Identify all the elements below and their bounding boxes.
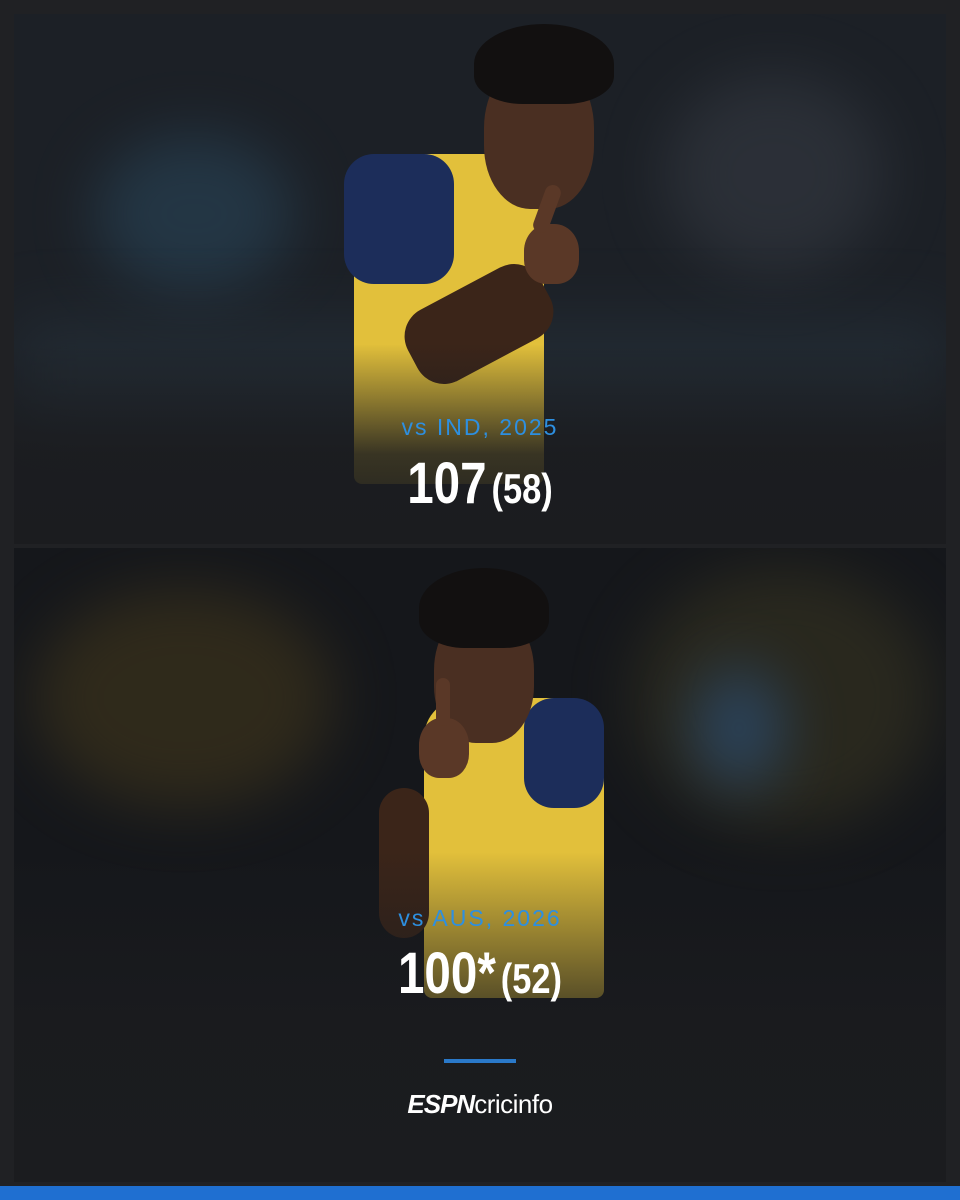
match-label: vs AUS, 2026 <box>398 905 562 931</box>
runs-value: 100* <box>397 941 496 1006</box>
match-label: vs IND, 2025 <box>401 414 559 440</box>
crowd-blur <box>634 568 934 828</box>
crowd-blur <box>94 134 294 294</box>
score-line: 100* (52) <box>98 940 862 1007</box>
crowd-blur <box>34 588 334 808</box>
accent-divider <box>444 1059 516 1063</box>
balls-value: (52) <box>500 955 563 1002</box>
score-line: 107 (58) <box>98 450 862 517</box>
espncricinfo-logo: ESPNcricinfo <box>0 1089 960 1120</box>
crowd-blur <box>694 668 784 788</box>
runs-value: 107 <box>407 451 487 516</box>
logo-cricinfo: cricinfo <box>474 1089 553 1119</box>
innings-panel-2: vs AUS, 2026 100* (52) <box>14 548 946 1182</box>
bottom-accent-bar <box>0 1186 960 1200</box>
crowd-blur <box>664 74 884 274</box>
balls-value: (58) <box>491 465 553 512</box>
innings-panel-1: vs IND, 2025 107 (58) <box>14 14 946 544</box>
logo-espn: ESPN <box>407 1089 475 1119</box>
